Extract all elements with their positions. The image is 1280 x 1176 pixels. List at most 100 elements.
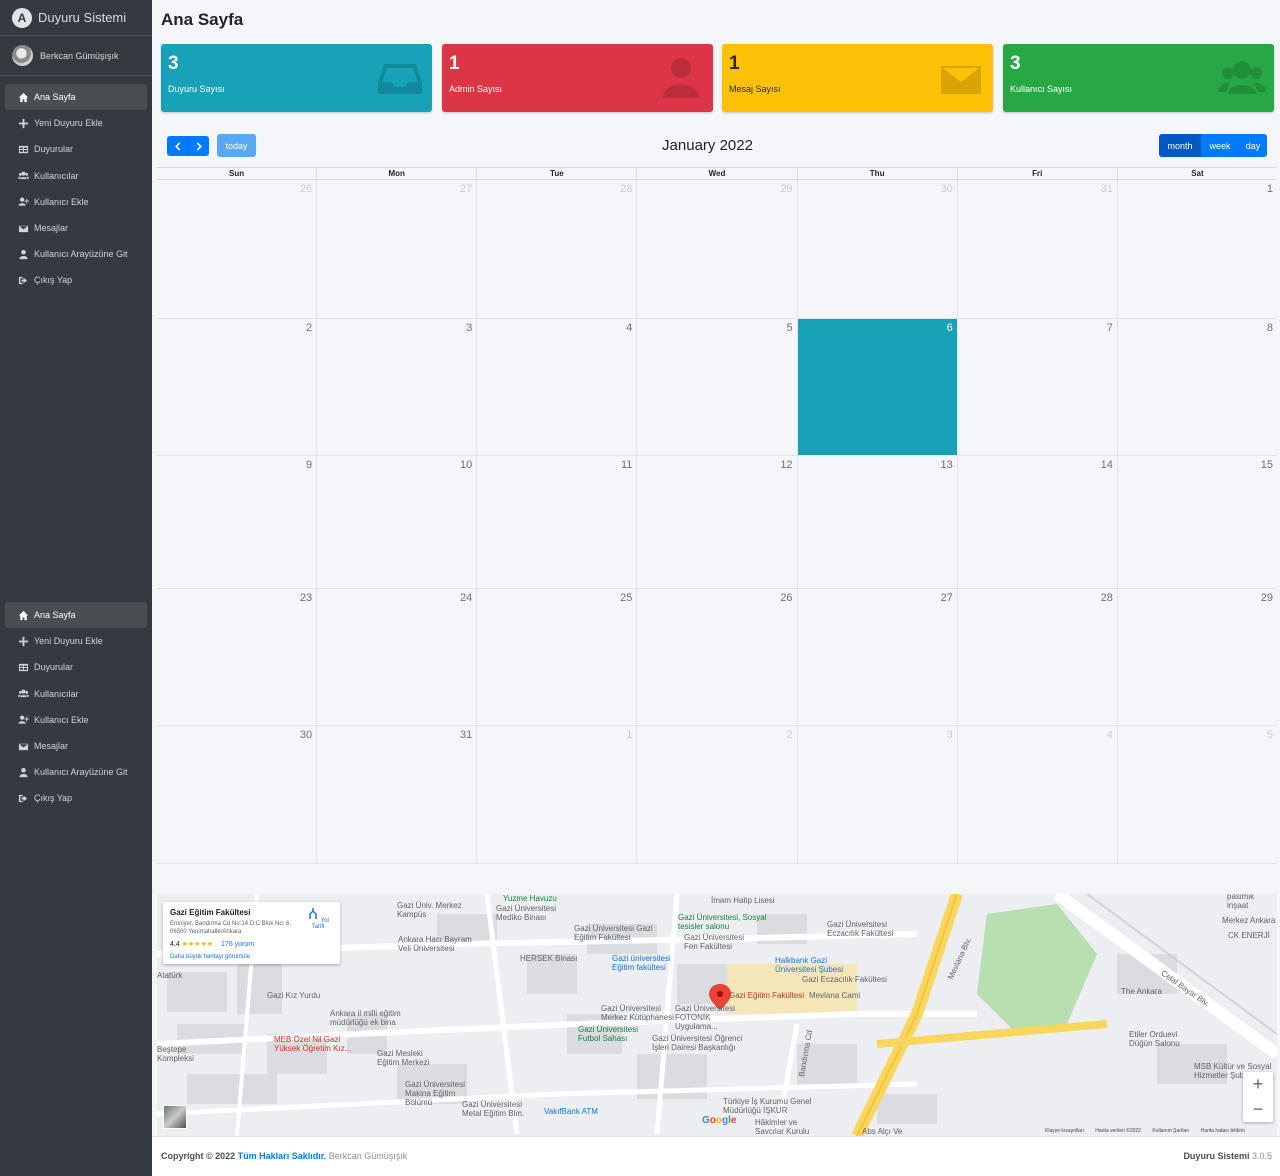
directions-button[interactable]: Yol Tarifi <box>302 908 334 930</box>
sidebar-item-table[interactable]: Duyurular <box>5 654 147 680</box>
sidebar-item-user[interactable]: Kullanıcı Arayüzüne Git <box>5 759 147 785</box>
calendar-day[interactable]: 8 <box>1116 319 1277 455</box>
map-data-label: Harita verileri ©2022 <box>1095 1128 1141 1134</box>
zoom-in-button[interactable]: + <box>1243 1072 1273 1097</box>
calendar-day[interactable]: 27 <box>316 180 476 318</box>
embedded-map[interactable]: Gazi Eğitim Fakültesi Mevlana Cami Gazi … <box>157 894 1277 1136</box>
sidebar-item-home[interactable]: Ana Sayfa <box>5 84 147 111</box>
sidebar-item-sign-out[interactable]: Çıkış Yap <box>5 267 147 293</box>
calendar-day[interactable]: 24 <box>316 589 476 725</box>
larger-map-link[interactable]: Daha büyük haritayı görüntüle <box>170 954 250 960</box>
sidebar-item-label: Kullanıcı Ekle <box>34 196 89 207</box>
day-number: 1 <box>626 729 633 741</box>
calendar-day-today[interactable]: 6 <box>796 319 957 455</box>
calendar-day[interactable]: 30 <box>796 180 957 318</box>
envelope-icon <box>17 740 29 752</box>
view-month-button[interactable]: month <box>1159 134 1201 157</box>
calendar-day[interactable]: 31 <box>316 726 476 863</box>
satellite-toggle[interactable] <box>163 1105 187 1129</box>
calendar-day[interactable]: 1 <box>1116 180 1277 318</box>
sidebar-item-home[interactable]: Ana Sayfa <box>5 602 147 629</box>
user-icon <box>17 766 29 778</box>
map-label: Gazi Üniversitesi Eczacılık Fakültesi <box>827 920 894 938</box>
terms-link[interactable]: Kullanım Şartları <box>1152 1128 1189 1134</box>
day-number: 13 <box>940 459 953 471</box>
day-number: 29 <box>780 183 793 195</box>
calendar-today-button[interactable]: today <box>217 134 256 157</box>
calendar-day[interactable]: 7 <box>956 319 1117 455</box>
star-icon: ★★★★★ <box>181 941 214 948</box>
footer-version-number: 3.0.5 <box>1251 1151 1272 1161</box>
calendar-week-row: 26 27 28 29 30 31 1 <box>157 180 1277 319</box>
calendar-day[interactable]: 2 <box>636 726 796 863</box>
table-icon <box>17 143 29 155</box>
calendar-day[interactable]: 28 <box>476 180 636 318</box>
calendar-day[interactable]: 23 <box>157 589 316 725</box>
report-error-link[interactable]: Harita hatası bildirin <box>1201 1128 1245 1134</box>
map-label: Gazi Kız Yurdu <box>267 991 321 1000</box>
sidebar-item-envelope[interactable]: Mesajlar <box>5 215 147 241</box>
calendar-next-button[interactable] <box>188 136 209 156</box>
calendar-day[interactable]: 9 <box>157 456 316 588</box>
weekday-header: Sun <box>229 169 245 178</box>
day-number: 10 <box>460 459 473 471</box>
rights-link[interactable]: Tüm Hakları Saklıdır. <box>238 1151 327 1161</box>
calendar-day[interactable]: 5 <box>636 319 796 455</box>
calendar-day[interactable]: 26 <box>157 180 316 318</box>
brand-link[interactable]: A Duyuru Sistemi <box>0 0 152 36</box>
map-label: HERSEK Binası <box>520 954 578 963</box>
sidebar-item-envelope[interactable]: Mesajlar <box>5 733 147 759</box>
calendar-day[interactable]: 3 <box>796 726 957 863</box>
calendar-day[interactable]: 25 <box>476 589 636 725</box>
sidebar-item-user-plus[interactable]: Kullanıcı Ekle <box>5 707 147 733</box>
calendar-day[interactable]: 29 <box>1116 589 1277 725</box>
sidebar-item-user-plus[interactable]: Kullanıcı Ekle <box>5 189 147 215</box>
user-name[interactable]: Berkcan Gümüşışık <box>40 51 119 61</box>
sidebar-item-user[interactable]: Kullanıcı Arayüzüne Git <box>5 241 147 267</box>
day-number: 28 <box>620 183 633 195</box>
calendar-day[interactable]: 28 <box>956 589 1117 725</box>
page-title: Ana Sayfa <box>161 10 244 29</box>
sidebar-item-table[interactable]: Duyurular <box>5 136 147 162</box>
calendar-day[interactable]: 15 <box>1116 456 1277 588</box>
view-week-button[interactable]: week <box>1201 134 1239 157</box>
calendar-day[interactable]: 1 <box>476 726 636 863</box>
map-label: Gazi Üniversitesi Metal Eğitim Blm. <box>462 1100 525 1118</box>
calendar-day[interactable]: 26 <box>636 589 796 725</box>
calendar-day[interactable]: 14 <box>956 456 1117 588</box>
keyboard-shortcuts-link[interactable]: Klavye kısayolları <box>1045 1128 1084 1134</box>
day-number: 4 <box>626 322 633 334</box>
sidebar-item-users[interactable]: Kullanıcılar <box>5 681 147 707</box>
sidebar-item-plus[interactable]: Yeni Duyuru Ekle <box>5 110 147 136</box>
map-label: Gazi Üniversitesi Fen Fakültesi <box>684 933 745 951</box>
table-icon <box>17 661 29 673</box>
calendar-day[interactable]: 4 <box>476 319 636 455</box>
calendar-prev-button[interactable] <box>167 136 188 156</box>
sidebar-item-users[interactable]: Kullanıcılar <box>5 163 147 189</box>
calendar-day[interactable]: 13 <box>796 456 957 588</box>
zoom-out-button[interactable]: − <box>1243 1097 1273 1122</box>
day-number: 11 <box>621 459 633 471</box>
sidebar-item-label: Yeni Duyuru Ekle <box>34 118 103 129</box>
view-day-button[interactable]: day <box>1239 134 1267 157</box>
calendar-day[interactable]: 4 <box>956 726 1117 863</box>
calendar-day[interactable]: 10 <box>316 456 476 588</box>
calendar-day[interactable]: 12 <box>636 456 796 588</box>
info-box-label: Kullanıcı Sayısı <box>1010 84 1073 94</box>
day-number: 27 <box>940 592 953 604</box>
reviews-link[interactable]: 176 yorum <box>221 941 254 948</box>
calendar-day[interactable]: 31 <box>956 180 1117 318</box>
calendar-day[interactable]: 5 <box>1116 726 1277 863</box>
sidebar-item-sign-out[interactable]: Çıkış Yap <box>5 785 147 811</box>
calendar-day[interactable]: 29 <box>636 180 796 318</box>
map-label: Gazi üniversitesi Eğitim fakültesi <box>612 954 671 972</box>
user-panel[interactable]: Berkcan Gümüşışık <box>0 36 152 76</box>
sidebar-item-plus[interactable]: Yeni Duyuru Ekle <box>5 628 147 654</box>
calendar-day[interactable]: 3 <box>316 319 476 455</box>
calendar-day[interactable]: 30 <box>157 726 316 863</box>
brand-logo-icon: A <box>12 7 32 28</box>
calendar-day[interactable]: 2 <box>157 319 316 455</box>
calendar-day[interactable]: 11 <box>476 456 636 588</box>
calendar-day[interactable]: 27 <box>796 589 957 725</box>
day-number: 8 <box>1266 322 1273 334</box>
